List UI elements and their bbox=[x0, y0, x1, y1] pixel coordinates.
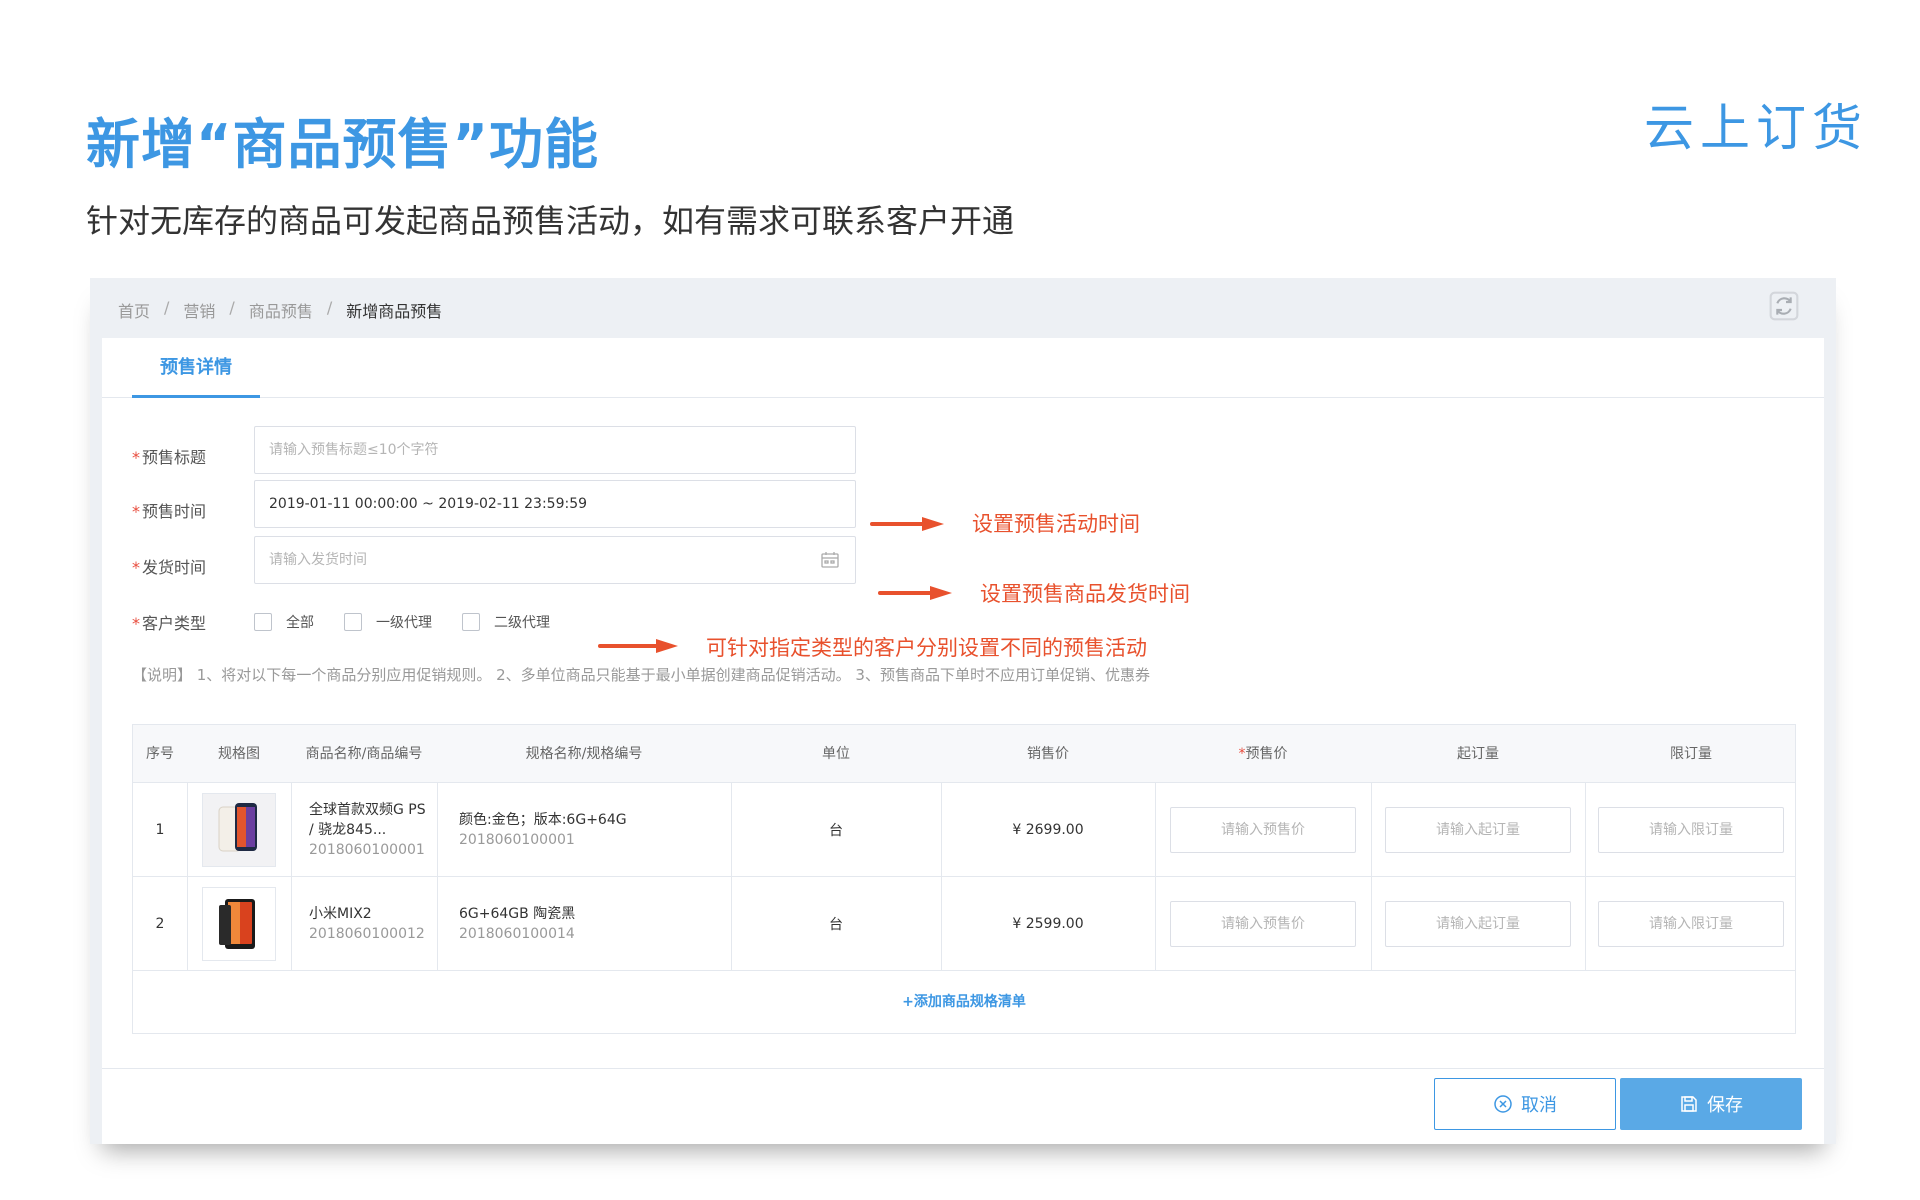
presale-time-input[interactable] bbox=[254, 480, 856, 528]
breadcrumb-home[interactable]: 首页 bbox=[118, 298, 150, 322]
max-qty-cell bbox=[1585, 783, 1797, 877]
min-qty-input[interactable] bbox=[1385, 901, 1571, 947]
annotation-customer: 可针对指定类型的客户分别设置不同的预售活动 bbox=[706, 636, 1147, 660]
sale-price: ¥ 2599.00 bbox=[1012, 916, 1084, 932]
row-index: 2 bbox=[155, 916, 165, 932]
annotation-ship: 设置预售商品发货时间 bbox=[980, 582, 1190, 606]
spec-info: 6G+64GB 陶瓷黑 2018060100014 bbox=[459, 877, 729, 971]
breadcrumb-marketing[interactable]: 营销 bbox=[183, 298, 215, 322]
product-name: 小米MIX2 bbox=[309, 906, 372, 922]
row-image-cell bbox=[187, 877, 291, 971]
cancel-label: 取消 bbox=[1521, 1095, 1557, 1116]
customer-type-group: 全部 一级代理 二级代理 bbox=[254, 612, 580, 632]
spec-name: 6G+64GB 陶瓷黑 bbox=[459, 906, 576, 922]
annotation-arrow-icon bbox=[870, 517, 944, 531]
content-panel: 预售详情 *预售标题 *预售时间 *发货时间 *客户类型 全部 一级代理 二级代… bbox=[102, 338, 1824, 1144]
presale-price-cell bbox=[1155, 783, 1371, 877]
presale-title-input[interactable] bbox=[254, 426, 856, 474]
app-window: 首页 / 营销 / 商品预售 / 新增商品预售 预售详情 *预售标题 *预售时间… bbox=[90, 278, 1836, 1144]
product-thumbnail bbox=[202, 887, 276, 961]
product-thumbnail bbox=[202, 793, 276, 867]
product-code: 2018060100001 bbox=[309, 842, 425, 858]
time-label: * 预售时间 bbox=[132, 502, 207, 521]
unit: 台 bbox=[829, 917, 843, 933]
annotation-arrow-icon bbox=[878, 586, 952, 600]
instructions-note: 【说明】 1、将对以下每一个商品分别应用促销规则。 2、多单位商品只能基于最小单… bbox=[132, 666, 1150, 684]
title-label: * 预售标题 bbox=[132, 448, 207, 467]
breadcrumb-current: 新增商品预售 bbox=[346, 302, 443, 321]
unit: 台 bbox=[829, 823, 843, 839]
sale-price: ¥ 2699.00 bbox=[1012, 822, 1084, 838]
max-qty-cell bbox=[1585, 877, 1797, 971]
table-row: 1 全球首款双频G PS / 骁龙845... 2018060100001 颜色… bbox=[133, 783, 1795, 877]
col-image: 规格图 bbox=[218, 746, 260, 762]
breadcrumb-separator: / bbox=[164, 298, 170, 317]
product-info: 小米MIX2 2018060100012 bbox=[309, 877, 429, 971]
product-code: 2018060100012 bbox=[309, 926, 425, 942]
save-button[interactable]: 保存 bbox=[1620, 1078, 1802, 1130]
spec-name: 颜色:金色；版本:6G+64G bbox=[459, 812, 627, 828]
min-qty-cell bbox=[1371, 877, 1585, 971]
product-table: 序号 规格图 商品名称/商品编号 规格名称/规格编号 单位 销售价 *预售价 起… bbox=[132, 724, 1796, 1034]
col-index: 序号 bbox=[146, 746, 174, 762]
presale-price-input[interactable] bbox=[1170, 901, 1356, 947]
table-row: 2 小米MIX2 2018060100012 6G+64GB 陶瓷黑 20180… bbox=[133, 877, 1795, 971]
calendar-icon[interactable] bbox=[820, 550, 840, 570]
breadcrumb-presale[interactable]: 商品预售 bbox=[249, 298, 313, 322]
product-name: 全球首款双频G PS / 骁龙845... bbox=[309, 802, 426, 838]
refresh-icon[interactable] bbox=[1768, 290, 1800, 322]
max-qty-input[interactable] bbox=[1598, 901, 1784, 947]
footer-divider bbox=[102, 1068, 1824, 1069]
tab-bar: 预售详情 bbox=[102, 338, 1824, 398]
col-presale: *预售价 bbox=[1238, 746, 1288, 762]
cancel-circle-icon bbox=[1494, 1095, 1512, 1113]
spec-info: 颜色:金色；版本:6G+64G 2018060100001 bbox=[459, 783, 729, 877]
annotation-time: 设置预售活动时间 bbox=[972, 512, 1140, 536]
cancel-button[interactable]: 取消 bbox=[1434, 1078, 1616, 1130]
ship-time-input[interactable] bbox=[254, 536, 856, 584]
phone-image-icon bbox=[219, 899, 255, 949]
checkbox-level2[interactable]: 二级代理 bbox=[462, 612, 550, 632]
col-product: 商品名称/商品编号 bbox=[305, 746, 423, 762]
annotation-arrow-icon bbox=[598, 639, 678, 653]
checkbox-box[interactable] bbox=[254, 613, 272, 631]
checkbox-level1[interactable]: 一级代理 bbox=[344, 612, 432, 632]
checkbox-all[interactable]: 全部 bbox=[254, 612, 314, 632]
phone-image-icon bbox=[218, 803, 257, 852]
brand-logo: 云上订货 bbox=[1644, 99, 1868, 157]
col-min: 起订量 bbox=[1457, 746, 1499, 762]
min-qty-cell bbox=[1371, 783, 1585, 877]
checkbox-box[interactable] bbox=[462, 613, 480, 631]
spec-code: 2018060100014 bbox=[459, 926, 575, 942]
top-bar: 首页 / 营销 / 商品预售 / 新增商品预售 bbox=[90, 278, 1836, 338]
save-label: 保存 bbox=[1707, 1095, 1743, 1116]
breadcrumb-separator: / bbox=[326, 298, 333, 317]
presale-price-input[interactable] bbox=[1170, 807, 1356, 853]
col-spec: 规格名称/规格编号 bbox=[525, 746, 643, 762]
col-price: 销售价 bbox=[1027, 746, 1069, 762]
breadcrumb: 首页 / 营销 / 商品预售 / 新增商品预售 bbox=[118, 298, 442, 322]
max-qty-input[interactable] bbox=[1598, 807, 1784, 853]
spec-code: 2018060100001 bbox=[459, 832, 575, 848]
row-image-cell bbox=[187, 783, 291, 877]
min-qty-input[interactable] bbox=[1385, 807, 1571, 853]
add-spec-link[interactable]: +添加商品规格清单 bbox=[133, 971, 1795, 1033]
table-header: 序号 规格图 商品名称/商品编号 规格名称/规格编号 单位 销售价 *预售价 起… bbox=[133, 725, 1795, 783]
product-info: 全球首款双频G PS / 骁龙845... 2018060100001 bbox=[309, 783, 429, 877]
tab-presale-details[interactable]: 预售详情 bbox=[132, 338, 260, 398]
slide-title: 新增“商品预售”功能 bbox=[86, 113, 599, 176]
col-unit: 单位 bbox=[822, 746, 850, 762]
breadcrumb-separator: / bbox=[229, 298, 235, 317]
ship-label: * 发货时间 bbox=[132, 558, 207, 577]
col-max: 限订量 bbox=[1670, 746, 1712, 762]
row-index: 1 bbox=[155, 822, 165, 838]
checkbox-box[interactable] bbox=[344, 613, 362, 631]
presale-price-cell bbox=[1155, 877, 1371, 971]
customer-type-label: * 客户类型 bbox=[132, 614, 207, 633]
slide-subtitle: 针对无库存的商品可发起商品预售活动，如有需求可联系客户开通 bbox=[86, 202, 1015, 240]
save-icon bbox=[1681, 1096, 1697, 1112]
